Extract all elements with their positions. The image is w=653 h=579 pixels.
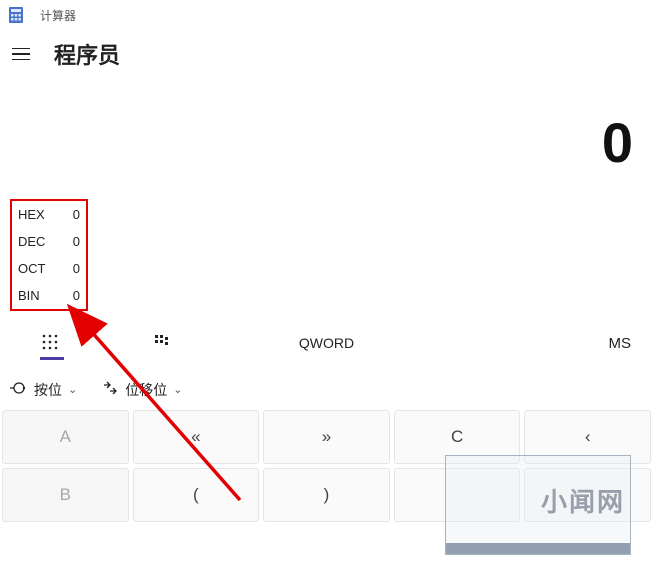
key-percent[interactable] xyxy=(394,468,521,522)
key-backspace[interactable]: ‹ xyxy=(524,410,651,464)
base-label: OCT xyxy=(18,261,45,276)
base-label: BIN xyxy=(18,288,40,303)
base-dec[interactable]: DEC 0 xyxy=(18,234,80,249)
bitwise-label: 按位 xyxy=(34,380,62,400)
view-toolbar: QWORD MS xyxy=(0,317,653,369)
base-hex[interactable]: HEX 0 xyxy=(18,207,80,222)
key-a[interactable]: A xyxy=(2,410,129,464)
number-bases-panel: HEX 0 DEC 0 OCT 0 BIN 0 xyxy=(10,199,88,311)
full-keypad-toggle[interactable] xyxy=(34,330,66,357)
base-label: HEX xyxy=(18,207,45,222)
bit-toggle-icon xyxy=(154,333,172,354)
key-shift-left[interactable]: « xyxy=(133,410,260,464)
bitwise-dropdown[interactable]: 按位 ⌄ xyxy=(10,379,77,400)
result-display: 0 xyxy=(0,80,653,185)
title-bar: 计算器 xyxy=(0,0,653,30)
base-value: 0 xyxy=(73,207,80,222)
bitwise-icon xyxy=(10,379,28,400)
bitops-row: 按位 ⌄ 位移位 ⌄ xyxy=(0,369,653,408)
chevron-down-icon: ⌄ xyxy=(68,383,77,396)
key-close-paren[interactable]: ) xyxy=(263,468,390,522)
keypad: A « » C ‹ B ( ) xyxy=(0,408,653,522)
calculator-app-icon xyxy=(8,7,24,23)
base-label: DEC xyxy=(18,234,45,249)
active-indicator xyxy=(40,357,64,360)
key-clear[interactable]: C xyxy=(394,410,521,464)
base-value: 0 xyxy=(73,288,80,303)
mode-title: 程序员 xyxy=(54,38,120,70)
app-title: 计算器 xyxy=(40,7,76,24)
key-b[interactable]: B xyxy=(2,468,129,522)
bitshift-icon xyxy=(101,379,119,400)
key-open-paren[interactable]: ( xyxy=(133,468,260,522)
key-divide[interactable] xyxy=(524,468,651,522)
hamburger-menu-button[interactable] xyxy=(12,40,40,68)
header: 程序员 xyxy=(0,30,653,80)
base-oct[interactable]: OCT 0 xyxy=(18,261,80,276)
bitshift-label: 位移位 xyxy=(125,380,167,400)
memory-store-button[interactable]: MS xyxy=(609,335,632,352)
bitshift-dropdown[interactable]: 位移位 ⌄ xyxy=(101,379,182,400)
chevron-down-icon: ⌄ xyxy=(173,383,182,396)
keypad-grid-icon xyxy=(42,334,58,353)
base-value: 0 xyxy=(73,261,80,276)
base-bin[interactable]: BIN 0 xyxy=(18,288,80,303)
base-value: 0 xyxy=(73,234,80,249)
bit-toggle-keypad[interactable] xyxy=(146,329,180,358)
word-size-toggle[interactable]: QWORD xyxy=(299,335,354,351)
key-shift-right[interactable]: » xyxy=(263,410,390,464)
